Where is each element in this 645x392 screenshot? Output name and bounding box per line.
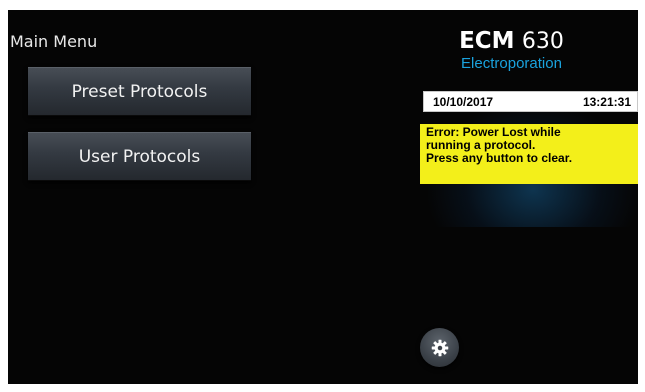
date-time-display: 10/10/2017 13:21:31: [423, 91, 638, 112]
settings-button[interactable]: [420, 328, 459, 367]
date-value: 10/10/2017: [433, 94, 494, 109]
preset-protocols-button[interactable]: Preset Protocols: [28, 67, 251, 116]
brand-model-number: 630: [521, 29, 564, 54]
time-value: 13:21:31: [582, 94, 631, 109]
brand-model-prefix: ECM: [459, 28, 515, 54]
page-title: Main Menu: [10, 32, 98, 51]
brand-logo: ECM 630 Electroporation: [424, 28, 599, 73]
preset-protocols-label: Preset Protocols: [71, 81, 208, 102]
gear-icon: [431, 339, 449, 357]
device-screen: Main Menu Preset Protocols User Protocol…: [8, 10, 638, 384]
brand-model: ECM 630: [424, 28, 599, 55]
brand-subtitle: Electroporation: [461, 55, 562, 72]
user-protocols-label: User Protocols: [78, 146, 201, 167]
error-message: Error: Power Lost while running a protoc…: [420, 124, 638, 184]
error-line: Press any button to clear.: [426, 151, 573, 165]
user-protocols-button[interactable]: User Protocols: [28, 132, 251, 181]
